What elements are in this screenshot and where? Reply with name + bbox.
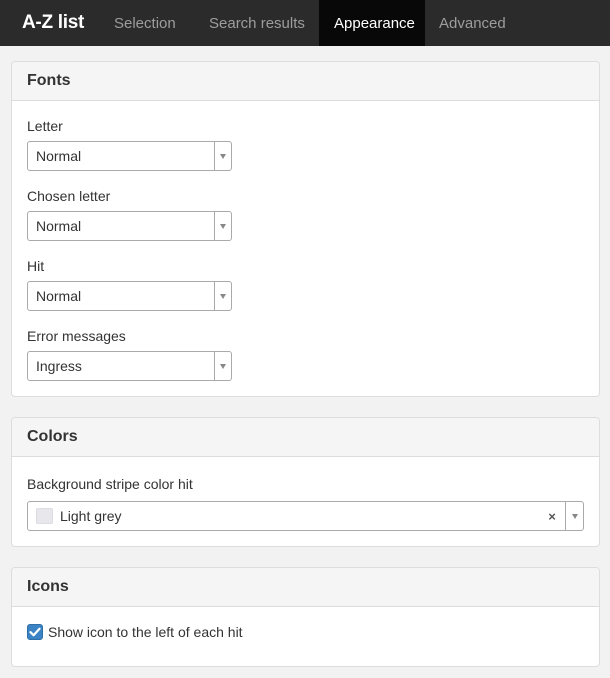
tab-advanced[interactable]: Advanced: [425, 0, 520, 46]
chevron-down-icon: [220, 153, 226, 159]
colors-panel-body: Background stripe color hit Light grey ×: [12, 457, 599, 546]
dropdown-arrow: [214, 352, 231, 380]
dropdown-arrow: [565, 502, 583, 530]
colors-panel: Colors Background stripe color hit Light…: [11, 417, 600, 547]
error-messages-font-select[interactable]: Ingress: [27, 351, 232, 381]
chevron-down-icon: [220, 223, 226, 229]
hit-font-value: Normal: [36, 288, 82, 304]
show-icon-checkbox-label[interactable]: Show icon to the left of each hit: [48, 624, 243, 640]
dropdown-arrow: [214, 212, 231, 240]
chosen-letter-font-value: Normal: [36, 218, 82, 234]
icons-panel-title: Icons: [12, 568, 599, 607]
icons-panel-body: Show icon to the left of each hit: [12, 607, 599, 666]
error-messages-font-value: Ingress: [36, 358, 82, 374]
letter-font-select[interactable]: Normal: [27, 141, 232, 171]
fonts-panel-title: Fonts: [12, 62, 599, 101]
chosen-letter-font-select[interactable]: Normal: [27, 211, 232, 241]
fonts-panel-body: Letter Normal Chosen letter Normal Hit N…: [12, 101, 599, 396]
background-stripe-color-select[interactable]: Light grey ×: [27, 501, 584, 531]
letter-font-value: Normal: [36, 148, 82, 164]
fonts-panel: Fonts Letter Normal Chosen letter Normal…: [11, 61, 600, 397]
chosen-letter-label: Chosen letter: [27, 188, 111, 204]
hit-font-select[interactable]: Normal: [27, 281, 232, 311]
tab-selection[interactable]: Selection: [104, 0, 201, 46]
tab-search-results[interactable]: Search results: [201, 0, 319, 46]
dropdown-arrow: [214, 282, 231, 310]
colors-panel-title: Colors: [12, 418, 599, 457]
show-icon-checkbox[interactable]: [27, 624, 43, 640]
chevron-down-icon: [220, 293, 226, 299]
color-swatch: [36, 508, 53, 524]
chevron-down-icon: [220, 363, 226, 369]
tab-appearance[interactable]: Appearance: [319, 0, 425, 46]
dropdown-arrow: [214, 142, 231, 170]
icons-panel: Icons Show icon to the left of each hit: [11, 567, 600, 667]
chevron-down-icon: [571, 513, 578, 519]
error-messages-label: Error messages: [27, 328, 126, 344]
letter-label: Letter: [27, 118, 63, 134]
app-brand[interactable]: A-Z list: [0, 0, 104, 46]
background-stripe-color-label: Background stripe color hit: [27, 476, 193, 492]
hit-label: Hit: [27, 258, 45, 274]
background-stripe-color-value: Light grey: [60, 508, 122, 524]
top-navbar: A-Z list Selection Search results Appear…: [0, 0, 610, 46]
clear-icon[interactable]: ×: [543, 509, 561, 524]
checkmark-icon: [29, 627, 41, 637]
